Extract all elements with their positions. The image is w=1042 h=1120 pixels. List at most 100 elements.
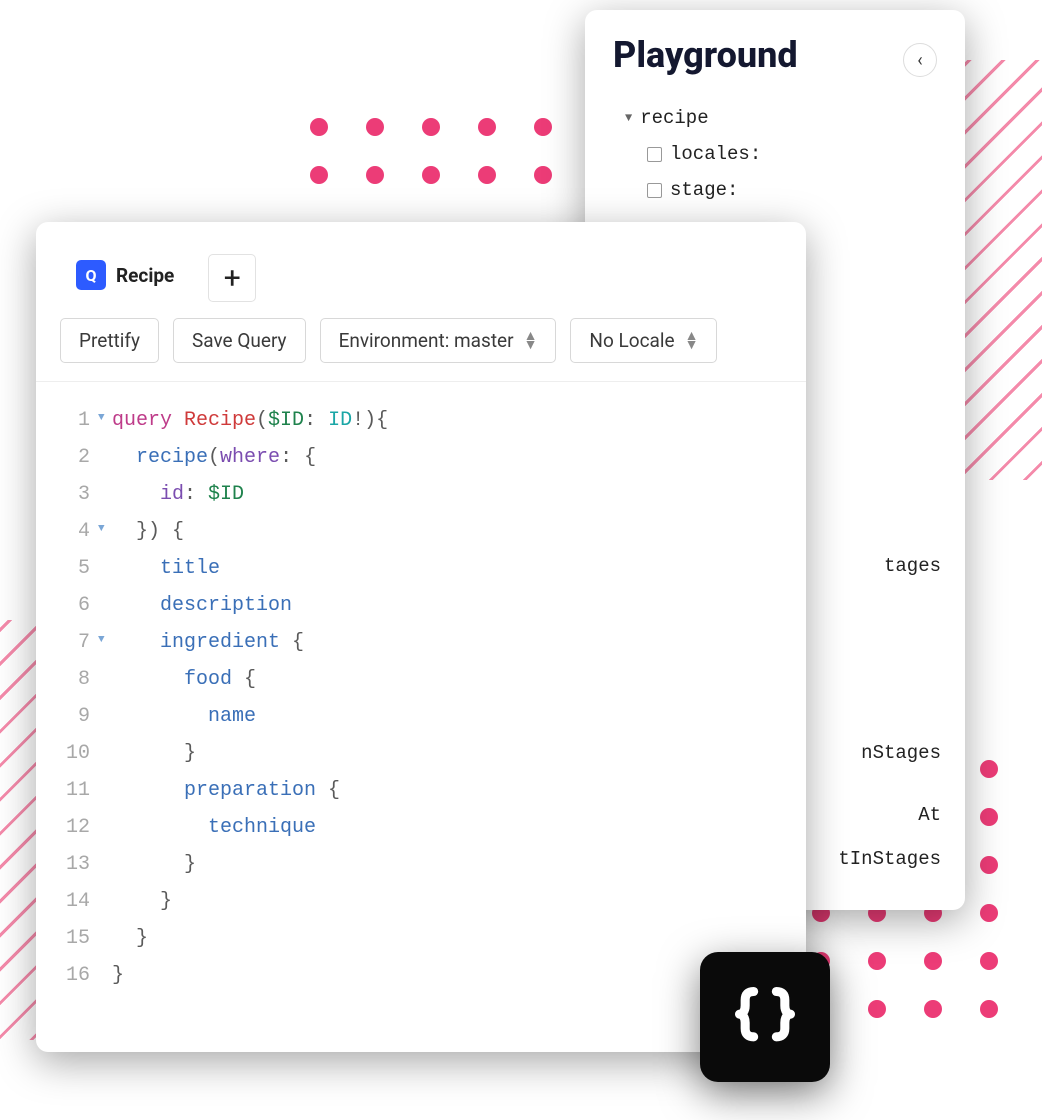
code-source: } (112, 735, 196, 772)
code-source: }) { (112, 513, 184, 550)
code-source: recipe(where: { (112, 439, 316, 476)
environment-selector[interactable]: Environment: master ▲▼ (320, 318, 557, 363)
fold-caret-icon[interactable]: ▼ (98, 513, 112, 550)
code-editor[interactable]: 1▼query Recipe($ID: ID!){2 recipe(where:… (36, 382, 806, 1014)
code-line[interactable]: 11 preparation { (58, 772, 784, 809)
fold-caret-icon (98, 772, 112, 809)
line-number: 7 (58, 624, 98, 661)
fold-caret-icon (98, 587, 112, 624)
button-label: Save Query (192, 329, 287, 352)
toolbar: Prettify Save Query Environment: master … (36, 306, 806, 382)
code-line[interactable]: 14 } (58, 883, 784, 920)
code-line[interactable]: 13 } (58, 846, 784, 883)
code-line[interactable]: 15 } (58, 920, 784, 957)
braces-icon (731, 983, 799, 1051)
json-tile[interactable] (700, 952, 830, 1082)
chevron-left-icon: ‹ (917, 50, 922, 71)
line-number: 11 (58, 772, 98, 809)
code-source: } (112, 883, 172, 920)
code-line[interactable]: 16} (58, 957, 784, 994)
code-source: title (112, 550, 220, 587)
save-query-button[interactable]: Save Query (173, 318, 306, 363)
code-line[interactable]: 6 description (58, 587, 784, 624)
tab-label: Recipe (116, 264, 174, 287)
code-line[interactable]: 4▼ }) { (58, 513, 784, 550)
checkbox-icon[interactable] (647, 147, 662, 162)
query-badge-icon: Q (76, 260, 106, 290)
line-number: 15 (58, 920, 98, 957)
code-source: food { (112, 661, 256, 698)
code-source: name (112, 698, 256, 735)
add-tab-button[interactable]: + (208, 254, 256, 302)
line-number: 10 (58, 735, 98, 772)
button-label: No Locale (589, 329, 674, 352)
collapse-button[interactable]: ‹ (903, 43, 937, 77)
plus-icon: + (224, 261, 241, 296)
fold-caret-icon (98, 883, 112, 920)
line-number: 5 (58, 550, 98, 587)
line-number: 1 (58, 402, 98, 439)
code-line[interactable]: 1▼query Recipe($ID: ID!){ (58, 402, 784, 439)
playground-title: Playground (613, 34, 798, 76)
partial-text: nStages (861, 742, 941, 764)
code-source: ingredient { (112, 624, 304, 661)
line-number: 13 (58, 846, 98, 883)
decorative-dots (310, 118, 608, 184)
line-number: 12 (58, 809, 98, 846)
sort-icon: ▲▼ (524, 332, 538, 349)
fold-caret-icon (98, 809, 112, 846)
button-label: Prettify (79, 329, 140, 352)
code-source: } (112, 846, 196, 883)
line-number: 8 (58, 661, 98, 698)
line-number: 16 (58, 957, 98, 994)
prettify-button[interactable]: Prettify (60, 318, 159, 363)
fold-caret-icon[interactable]: ▼ (98, 402, 112, 439)
partial-text: At (918, 804, 941, 826)
code-line[interactable]: 2 recipe(where: { (58, 439, 784, 476)
code-line[interactable]: 10 } (58, 735, 784, 772)
tree-node-label: stage: (670, 172, 738, 208)
fold-caret-icon (98, 476, 112, 513)
code-source: } (112, 920, 148, 957)
code-line[interactable]: 8 food { (58, 661, 784, 698)
line-number: 4 (58, 513, 98, 550)
code-source: query Recipe($ID: ID!){ (112, 402, 388, 439)
tab-recipe[interactable]: Q Recipe (60, 250, 190, 306)
line-number: 2 (58, 439, 98, 476)
fold-caret-icon (98, 957, 112, 994)
schema-tree[interactable]: ▼ recipe locales: stage: (613, 100, 937, 208)
tab-bar: Q Recipe + (36, 222, 806, 306)
tree-node-label: locales: (670, 136, 761, 172)
code-line[interactable]: 9 name (58, 698, 784, 735)
code-line[interactable]: 5 title (58, 550, 784, 587)
fold-caret-icon (98, 661, 112, 698)
code-source: preparation { (112, 772, 340, 809)
line-number: 14 (58, 883, 98, 920)
line-number: 3 (58, 476, 98, 513)
sort-icon: ▲▼ (685, 332, 699, 349)
tree-node-stage[interactable]: stage: (613, 172, 937, 208)
fold-caret-icon (98, 439, 112, 476)
line-number: 6 (58, 587, 98, 624)
code-source: description (112, 587, 292, 624)
locale-selector[interactable]: No Locale ▲▼ (570, 318, 717, 363)
partial-text: tages (884, 555, 941, 577)
code-source: technique (112, 809, 316, 846)
caret-down-icon: ▼ (625, 107, 632, 130)
code-line[interactable]: 7▼ ingredient { (58, 624, 784, 661)
tree-node-recipe[interactable]: ▼ recipe (613, 100, 937, 136)
tree-node-locales[interactable]: locales: (613, 136, 937, 172)
fold-caret-icon[interactable]: ▼ (98, 624, 112, 661)
code-source: id: $ID (112, 476, 244, 513)
fold-caret-icon (98, 846, 112, 883)
query-editor-panel: Q Recipe + Prettify Save Query Environme… (36, 222, 806, 1052)
button-label: Environment: master (339, 329, 514, 352)
checkbox-icon[interactable] (647, 183, 662, 198)
tree-node-label: recipe (640, 100, 708, 136)
fold-caret-icon (98, 550, 112, 587)
fold-caret-icon (98, 735, 112, 772)
code-line[interactable]: 12 technique (58, 809, 784, 846)
partial-text: tInStages (838, 848, 941, 870)
code-source: } (112, 957, 124, 994)
code-line[interactable]: 3 id: $ID (58, 476, 784, 513)
